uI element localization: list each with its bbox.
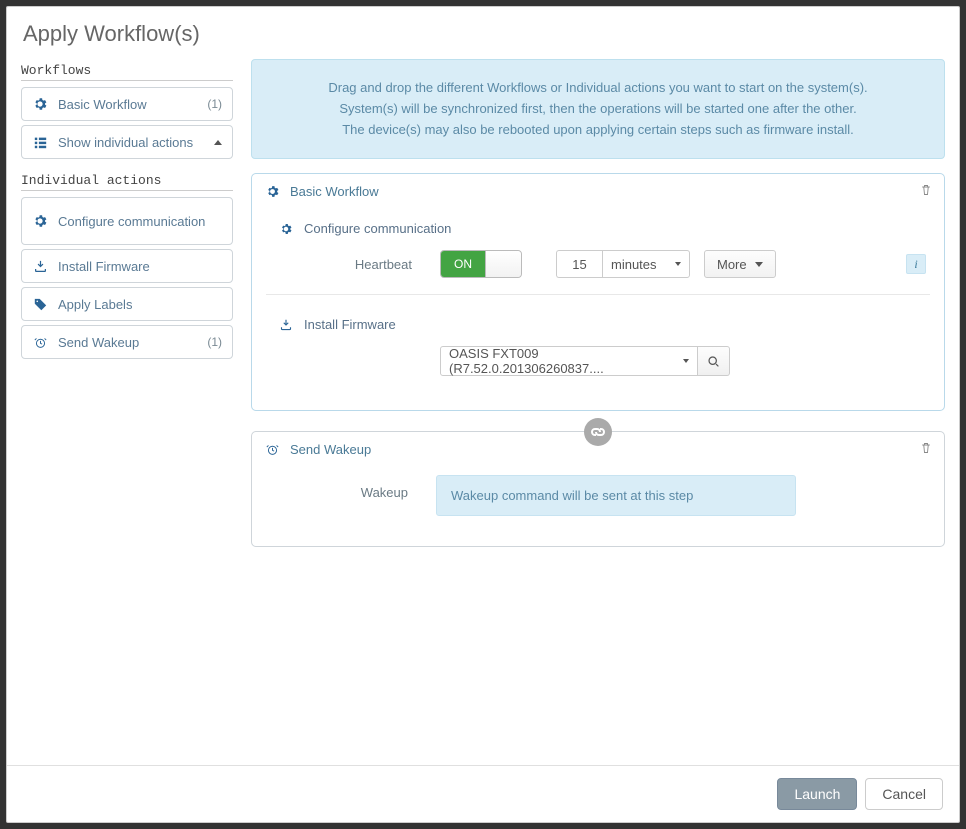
- individual-section-label: Individual actions: [21, 173, 233, 191]
- firmware-row: OASIS FXT009 (R7.52.0.201306260837....: [270, 346, 926, 376]
- link-icon: [584, 418, 612, 446]
- card-title: Basic Workflow: [290, 184, 379, 199]
- send-wakeup-item[interactable]: Send Wakeup (1): [21, 325, 233, 359]
- sidebar-item-count: (1): [207, 97, 222, 111]
- configure-communication-step: Configure communication Heartbeat ON: [266, 211, 930, 294]
- step-title: Configure communication: [304, 221, 451, 236]
- download-icon: [280, 318, 294, 332]
- chevron-down-icon: [675, 262, 681, 266]
- workflows-list: Basic Workflow (1) Show individual actio…: [21, 87, 233, 159]
- heartbeat-controls: ON minutes: [440, 250, 926, 278]
- interval-group: minutes: [556, 250, 690, 278]
- install-firmware-step: Install Firmware OASIS FXT009 (R7.52.0.2…: [266, 294, 930, 392]
- firmware-controls: OASIS FXT009 (R7.52.0.201306260837....: [440, 346, 926, 376]
- heartbeat-toggle[interactable]: ON: [440, 250, 522, 278]
- alarm-icon: [32, 334, 48, 350]
- wakeup-note: Wakeup command will be sent at this step: [436, 475, 796, 516]
- firmware-selected-label: OASIS FXT009 (R7.52.0.201306260837....: [449, 346, 683, 376]
- heartbeat-row: Heartbeat ON minutes: [270, 250, 926, 278]
- more-label: More: [717, 257, 747, 272]
- dialog-body: Workflows Basic Workflow (1) Show indivi…: [7, 59, 959, 765]
- step-title: Install Firmware: [304, 317, 396, 332]
- download-icon: [32, 258, 48, 274]
- firmware-select-group: OASIS FXT009 (R7.52.0.201306260837....: [440, 346, 730, 376]
- banner-line: The device(s) may also be rebooted upon …: [272, 120, 924, 141]
- sidebar-item-label: Send Wakeup: [58, 335, 207, 350]
- alarm-icon: [266, 443, 280, 457]
- card-body: Wakeup Wakeup command will be sent at th…: [252, 463, 944, 546]
- firmware-search-button[interactable]: [698, 346, 730, 376]
- sidebar: Workflows Basic Workflow (1) Show indivi…: [7, 59, 241, 765]
- list-icon: [32, 134, 48, 150]
- chevron-down-icon: [683, 359, 689, 363]
- gear-icon: [32, 96, 48, 112]
- apply-labels-item[interactable]: Apply Labels: [21, 287, 233, 321]
- sidebar-item-label: Basic Workflow: [58, 97, 207, 112]
- delete-wakeup-button[interactable]: [920, 442, 934, 456]
- install-firmware-item[interactable]: Install Firmware: [21, 249, 233, 283]
- gear-icon: [32, 213, 48, 229]
- basic-workflow-card: Basic Workflow Configure communication H…: [251, 173, 945, 411]
- configure-communication-item[interactable]: Configure communication: [21, 197, 233, 245]
- dialog-footer: Launch Cancel: [7, 765, 959, 822]
- firmware-select[interactable]: OASIS FXT009 (R7.52.0.201306260837....: [440, 346, 698, 376]
- launch-button[interactable]: Launch: [777, 778, 857, 810]
- sidebar-item-label: Apply Labels: [58, 297, 222, 312]
- interval-unit-select[interactable]: minutes: [602, 250, 690, 278]
- sidebar-item-count: (1): [207, 335, 222, 349]
- wakeup-label: Wakeup: [266, 475, 436, 500]
- step-header: Install Firmware: [270, 317, 926, 332]
- step-header: Configure communication: [270, 221, 926, 236]
- heartbeat-label: Heartbeat: [270, 257, 440, 272]
- toggle-knob: [485, 251, 521, 277]
- tag-icon: [32, 296, 48, 312]
- card-body: Configure communication Heartbeat ON: [252, 205, 944, 410]
- info-icon[interactable]: i: [906, 254, 926, 274]
- workflows-section-label: Workflows: [21, 63, 233, 81]
- delete-workflow-button[interactable]: [920, 184, 934, 198]
- gear-icon: [280, 222, 294, 236]
- individual-actions-list: Configure communication Install Firmware…: [21, 197, 233, 359]
- interval-value-input[interactable]: [556, 250, 602, 278]
- gear-icon: [266, 185, 280, 199]
- banner-line: System(s) will be synchronized first, th…: [272, 99, 924, 120]
- send-wakeup-card: Send Wakeup Wakeup Wakeup command will b…: [251, 431, 945, 547]
- show-individual-actions-toggle[interactable]: Show individual actions: [21, 125, 233, 159]
- chevron-down-icon: [755, 262, 763, 267]
- basic-workflow-item[interactable]: Basic Workflow (1): [21, 87, 233, 121]
- sidebar-item-label: Install Firmware: [58, 259, 222, 274]
- cancel-button[interactable]: Cancel: [865, 778, 943, 810]
- chevron-up-icon: [214, 140, 222, 145]
- interval-unit-label: minutes: [611, 257, 657, 272]
- sidebar-item-label: Configure communication: [58, 214, 222, 229]
- main-panel: Drag and drop the different Workflows or…: [241, 59, 951, 765]
- sidebar-item-label: Show individual actions: [58, 135, 214, 150]
- banner-line: Drag and drop the different Workflows or…: [272, 78, 924, 99]
- card-title: Send Wakeup: [290, 442, 371, 457]
- info-banner: Drag and drop the different Workflows or…: [251, 59, 945, 159]
- dialog-title: Apply Workflow(s): [7, 7, 959, 59]
- wakeup-row: Wakeup Wakeup command will be sent at th…: [266, 469, 930, 528]
- toggle-on-label: ON: [441, 251, 485, 277]
- more-button[interactable]: More: [704, 250, 776, 278]
- apply-workflows-dialog: Apply Workflow(s) Workflows Basic Workfl…: [6, 6, 960, 823]
- search-icon: [707, 355, 720, 368]
- card-header: Basic Workflow: [252, 174, 944, 205]
